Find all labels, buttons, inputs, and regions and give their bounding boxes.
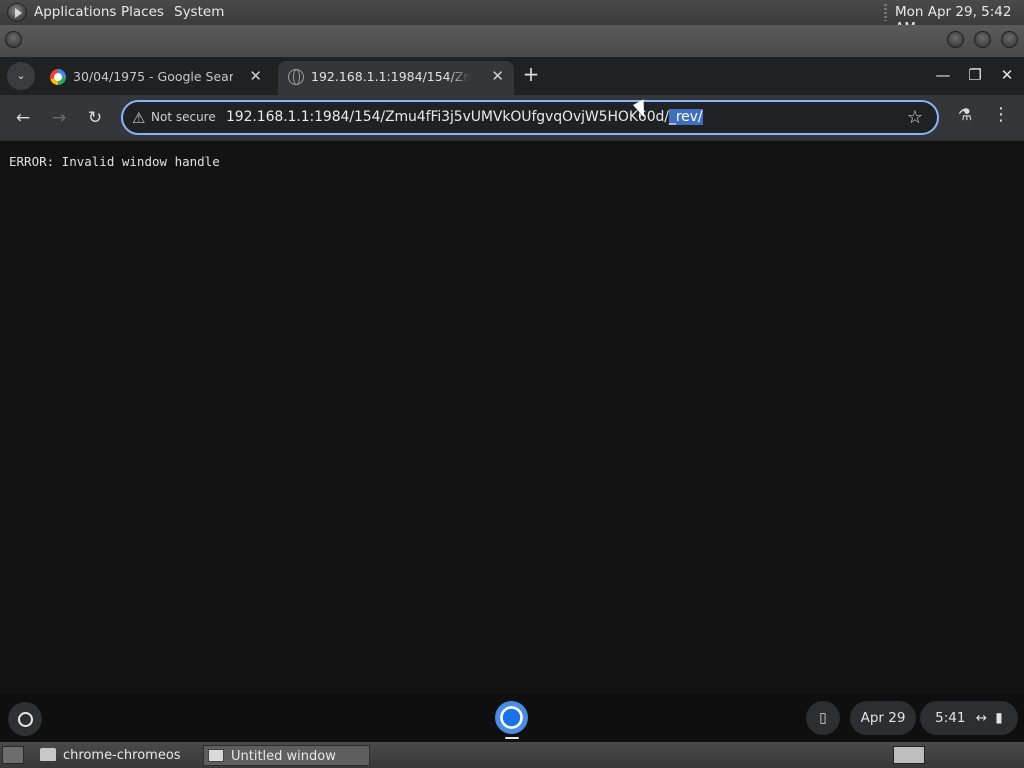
- tab-google-search[interactable]: 30/04/1975 - Google Search ✕: [40, 61, 272, 95]
- menu-system[interactable]: System: [174, 4, 224, 20]
- tab-title: 30/04/1975 - Google Search: [73, 69, 233, 84]
- arrow-left-icon: ←: [15, 108, 31, 128]
- taskbar-item-chrome-chromeos[interactable]: chrome-chromeos: [36, 745, 198, 766]
- minimize-icon: —: [935, 66, 951, 84]
- workspace-switcher[interactable]: [893, 746, 925, 764]
- battery-icon: ▮: [995, 710, 1003, 726]
- tab-active[interactable]: 192.168.1.1:1984/154/Zmu4fFi3j5vUMVkOUfg…: [278, 61, 514, 95]
- menu-applications[interactable]: Applications: [34, 4, 116, 20]
- restore-button[interactable]: ❐: [963, 63, 987, 87]
- minimize-button[interactable]: —: [931, 63, 955, 87]
- window-titlebar[interactable]: [0, 25, 1024, 57]
- taskbar-item-label: Untitled window: [231, 749, 336, 764]
- top-panel: Applications Places System Mon Apr 29, 5…: [0, 0, 1024, 36]
- phone-hub-button[interactable]: ▯: [806, 701, 840, 735]
- restore-icon: ❐: [968, 66, 982, 84]
- tab-search-button[interactable]: ⌄: [7, 62, 35, 90]
- taskbar-item-label: chrome-chromeos: [63, 748, 181, 763]
- window-icon: [208, 749, 224, 762]
- phone-icon: ▯: [819, 710, 827, 726]
- address-bar[interactable]: ⚠ Not secure 192.168.1.1:1984/154/Zmu4fF…: [121, 100, 939, 135]
- page-content: ERROR: Invalid window handle: [0, 141, 1024, 693]
- warning-icon[interactable]: ⚠: [132, 109, 145, 127]
- chrome-icon[interactable]: [495, 701, 528, 734]
- chrome-window: ⌄ 30/04/1975 - Google Search ✕ 192.168.1…: [0, 57, 1024, 693]
- gnome-foot-icon[interactable]: [7, 3, 27, 22]
- menu-places[interactable]: Places: [121, 4, 164, 20]
- back-button[interactable]: ←: [11, 106, 35, 130]
- close-window-icon[interactable]: [1001, 31, 1018, 48]
- labs-flask-icon[interactable]: ⚗: [955, 105, 975, 124]
- more-menu-icon[interactable]: ⋮: [992, 104, 1010, 125]
- chevron-down-icon: ⌄: [16, 69, 26, 82]
- date-tray[interactable]: Apr 29: [850, 701, 916, 735]
- maximize-window-icon[interactable]: [974, 31, 991, 48]
- close-icon: ✕: [1000, 66, 1014, 84]
- status-tray[interactable]: 5:41 ↔ ▮: [920, 701, 1018, 735]
- show-desktop-icon[interactable]: [2, 746, 24, 764]
- globe-icon: [288, 69, 304, 85]
- new-tab-button[interactable]: +: [521, 62, 541, 86]
- close-tab-icon[interactable]: ✕: [249, 67, 262, 85]
- url-selection: _rev/: [668, 109, 703, 125]
- plus-icon: +: [522, 62, 540, 86]
- url-main: 192.168.1.1:1984/154/Zmu4fFi3j5vUMVkOUfg…: [226, 109, 669, 125]
- tab-title: 192.168.1.1:1984/154/Zmu4fFi3j5vUMVkOUfg…: [311, 69, 471, 84]
- browser-toolbar: ← → ↻ ⚠ Not secure 192.168.1.1:1984/154/…: [0, 95, 1024, 141]
- running-indicator: [505, 737, 519, 739]
- close-tab-icon[interactable]: ✕: [491, 67, 504, 85]
- launcher-button[interactable]: [8, 702, 42, 736]
- arrow-right-icon: →: [51, 108, 67, 128]
- forward-button[interactable]: →: [47, 106, 71, 130]
- window-menu-icon[interactable]: [5, 31, 22, 48]
- bottom-panel: chrome-chromeos Untitled window: [0, 742, 1024, 768]
- reload-icon: ↻: [87, 108, 103, 128]
- reload-button[interactable]: ↻: [83, 106, 107, 130]
- error-message: ERROR: Invalid window handle: [9, 154, 220, 169]
- status-time: 5:41: [935, 710, 966, 726]
- minimize-window-icon[interactable]: [947, 31, 964, 48]
- network-icon: ↔: [975, 710, 988, 726]
- google-icon: [50, 69, 66, 85]
- chromeos-shelf: ▯ Apr 29 5:41 ↔ ▮: [0, 693, 1024, 742]
- tab-strip: ⌄ 30/04/1975 - Google Search ✕ 192.168.1…: [0, 57, 1024, 95]
- taskbar-item-untitled-window[interactable]: Untitled window: [203, 745, 370, 766]
- folder-icon: [40, 748, 56, 761]
- bookmark-star-icon[interactable]: ☆: [907, 107, 923, 128]
- url-text[interactable]: 192.168.1.1:1984/154/Zmu4fFi3j5vUMVkOUfg…: [226, 109, 703, 125]
- panel-drag-handle[interactable]: [884, 4, 887, 21]
- close-button[interactable]: ✕: [995, 63, 1019, 87]
- security-chip[interactable]: Not secure: [151, 110, 216, 124]
